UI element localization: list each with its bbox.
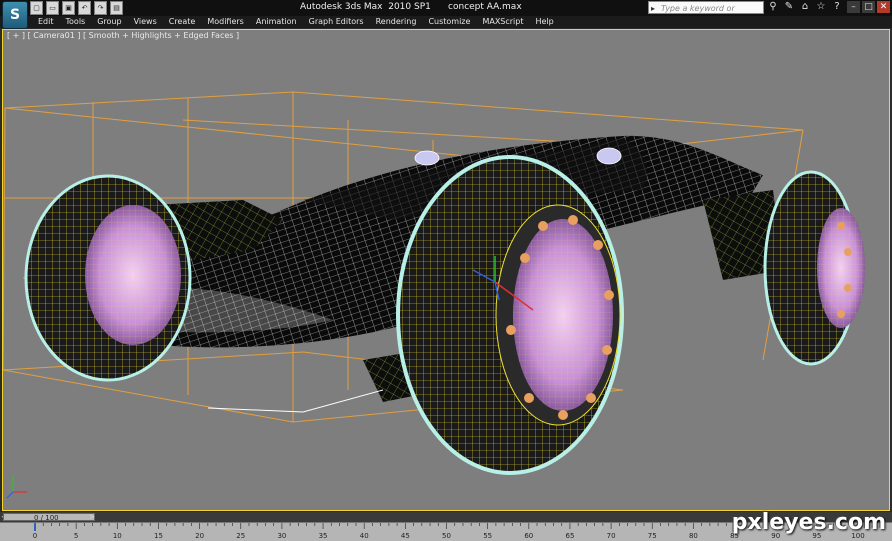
menu-create[interactable]: Create: [163, 16, 202, 28]
menu-modifiers[interactable]: Modifiers: [201, 16, 250, 28]
camera-viewport[interactable]: [ + ] [ Camera01 ] [ Smooth + Highlights…: [2, 29, 890, 511]
viewport-label[interactable]: [ + ] [ Camera01 ] [ Smooth + Highlights…: [7, 31, 239, 40]
front-left-wheel: [24, 174, 192, 382]
rear-right-wheel: [763, 170, 865, 366]
axis-tripod-icon: [6, 476, 27, 499]
search-input[interactable]: ▸ Type a keyword or phrase: [648, 1, 764, 26]
menu-group[interactable]: Group: [91, 16, 127, 28]
quick-access-toolbar: ▢ ▭ ▣ ↶ ↷ ▤: [30, 1, 123, 15]
maximize-button[interactable]: □: [862, 1, 875, 13]
redo-icon[interactable]: ↷: [94, 1, 107, 15]
ruler-tick-label: 0: [33, 532, 37, 540]
menu-bar: Edit Tools Group Views Create Modifiers …: [0, 16, 892, 28]
ruler-tick-label: 45: [401, 532, 410, 540]
title-tools: ⚲ ✎ ⌂ ☆ ?: [767, 1, 843, 13]
binoculars-icon[interactable]: ⚲: [767, 1, 779, 13]
close-button[interactable]: ✕: [877, 1, 890, 13]
undo-icon[interactable]: ↶: [78, 1, 91, 15]
menu-customize[interactable]: Customize: [422, 16, 476, 28]
save-icon[interactable]: ▣: [62, 1, 75, 15]
app-logo-button[interactable]: S: [2, 1, 28, 29]
ruler-tick-label: 20: [195, 532, 204, 540]
menu-animation[interactable]: Animation: [250, 16, 303, 28]
new-icon[interactable]: ▢: [30, 1, 43, 15]
current-frame-marker[interactable]: [34, 523, 36, 531]
communication-center-icon[interactable]: ⌂: [799, 1, 811, 13]
ruler-tick-label: 70: [607, 532, 616, 540]
title-bar: ▢ ▭ ▣ ↶ ↷ ▤ Autodesk 3ds Max 2010 SP1 co…: [0, 0, 892, 26]
ruler-tick-label: 15: [154, 532, 163, 540]
tools-icon[interactable]: ✎: [783, 1, 795, 13]
menu-maxscript[interactable]: MAXScript: [476, 16, 529, 28]
ruler-tick-label: 5: [74, 532, 78, 540]
ruler-tick-label: 10: [113, 532, 122, 540]
menu-graph-editors[interactable]: Graph Editors: [303, 16, 370, 28]
watermark: pxleyes.com: [731, 510, 886, 535]
ruler-tick-label: 75: [648, 532, 657, 540]
ruler-tick-label: 50: [442, 532, 451, 540]
ruler-tick-label: 55: [483, 532, 492, 540]
time-slider[interactable]: 0 / 100: [3, 513, 95, 522]
ground-line: [207, 389, 384, 413]
menu-edit[interactable]: Edit: [32, 16, 60, 28]
search-icon: ▸: [651, 4, 656, 13]
ruler-tick-label: 25: [236, 532, 245, 540]
ruler-tick-label: 40: [360, 532, 369, 540]
window-title: Autodesk 3ds Max 2010 SP1 concept AA.max: [300, 2, 522, 12]
ruler-tick-label: 35: [319, 532, 328, 540]
help-icon[interactable]: ?: [831, 1, 843, 13]
ruler-tick-label: 65: [565, 532, 574, 540]
ruler-tick-label: 60: [524, 532, 533, 540]
window-controls: – □ ✕: [847, 1, 890, 13]
menu-views[interactable]: Views: [128, 16, 163, 28]
ruler-tick-label: 80: [689, 532, 698, 540]
next-frame-icon[interactable]: >: [88, 513, 96, 521]
favorites-icon[interactable]: ☆: [815, 1, 827, 13]
time-slider-label: 0 / 100: [34, 514, 59, 522]
viewport-scene[interactable]: [3, 30, 889, 510]
menu-help[interactable]: Help: [530, 16, 560, 28]
project-folder-icon[interactable]: ▤: [110, 1, 123, 15]
menu-rendering[interactable]: Rendering: [370, 16, 423, 28]
front-right-wheel: [396, 155, 624, 475]
minimize-button[interactable]: –: [847, 1, 860, 13]
ruler-tick-label: 30: [277, 532, 286, 540]
open-icon[interactable]: ▭: [46, 1, 59, 15]
menu-tools[interactable]: Tools: [60, 16, 92, 28]
